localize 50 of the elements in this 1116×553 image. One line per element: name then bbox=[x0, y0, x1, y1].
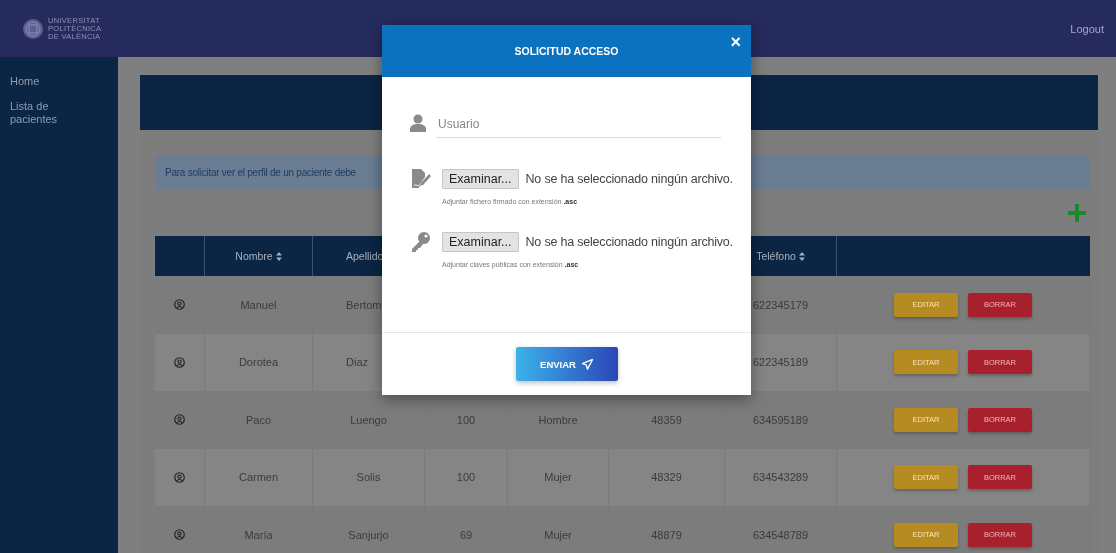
browse-button[interactable]: Examinar... bbox=[442, 232, 519, 252]
logout-link[interactable]: Logout bbox=[1070, 22, 1104, 35]
table-cell: Diaz bbox=[346, 356, 368, 369]
browse-button[interactable]: Examinar... bbox=[442, 169, 519, 189]
signed-document-icon bbox=[410, 168, 432, 190]
profile-icon[interactable] bbox=[174, 471, 185, 483]
sort-icon[interactable] bbox=[275, 251, 282, 261]
table-cell: Mujer bbox=[544, 471, 572, 484]
table-cell: Dorotea bbox=[238, 356, 279, 369]
user-icon bbox=[410, 114, 426, 132]
table-cell: Bertom bbox=[346, 298, 382, 311]
logo-seal-icon bbox=[22, 17, 44, 40]
profile-icon[interactable] bbox=[174, 414, 185, 426]
table-cell: 48359 bbox=[651, 413, 682, 426]
table-cell: Luengo bbox=[350, 413, 387, 426]
table-cell: Manuel bbox=[240, 298, 277, 311]
table-cell: 634595189 bbox=[752, 413, 809, 426]
sidebar-item[interactable]: Home bbox=[10, 75, 70, 88]
file-status: No se ha seleccionado ningún archivo. bbox=[525, 172, 733, 186]
modal-title: SOLICITUD ACCESO bbox=[514, 45, 619, 57]
column-header[interactable]: Apellido bbox=[346, 250, 384, 262]
table-cell: 634543289 bbox=[752, 471, 809, 484]
table-cell: 622345189 bbox=[752, 356, 809, 369]
table-cell: 622345179 bbox=[752, 298, 809, 311]
profile-icon[interactable] bbox=[174, 529, 185, 541]
table-cell: 634548789 bbox=[752, 528, 809, 541]
column-header[interactable]: Teléfono bbox=[756, 250, 796, 262]
table-cell: Sanjurjo bbox=[348, 528, 389, 541]
profile-icon[interactable] bbox=[174, 299, 185, 311]
column-header[interactable]: Nombre bbox=[235, 250, 273, 262]
close-button[interactable]: × bbox=[730, 33, 741, 51]
table-cell: Solis bbox=[356, 471, 381, 484]
profile-icon[interactable] bbox=[174, 356, 185, 368]
file-status: No se ha seleccionado ningún archivo. bbox=[525, 235, 733, 249]
table-cell: Paco bbox=[245, 413, 272, 426]
sort-icon[interactable] bbox=[798, 251, 805, 261]
table-cell: 100 bbox=[456, 413, 476, 426]
send-button[interactable]: ENVIAR bbox=[515, 347, 618, 381]
key-icon bbox=[410, 231, 432, 253]
send-icon bbox=[581, 358, 593, 370]
alert-text: Para solicitar ver el perfil de un paciente debe bbox=[165, 167, 356, 178]
table-cell: 100 bbox=[456, 471, 476, 484]
table-cell: Mujer bbox=[544, 528, 572, 541]
table-cell: 69 bbox=[459, 528, 473, 541]
table-cell: María bbox=[244, 528, 273, 541]
table-cell: 48879 bbox=[651, 528, 682, 541]
sidebar-item[interactable]: Lista de pacientes bbox=[10, 100, 70, 126]
table-cell: Hombre bbox=[538, 413, 578, 426]
table-cell: 48329 bbox=[651, 471, 682, 484]
table-cell: Carmen bbox=[238, 471, 279, 484]
